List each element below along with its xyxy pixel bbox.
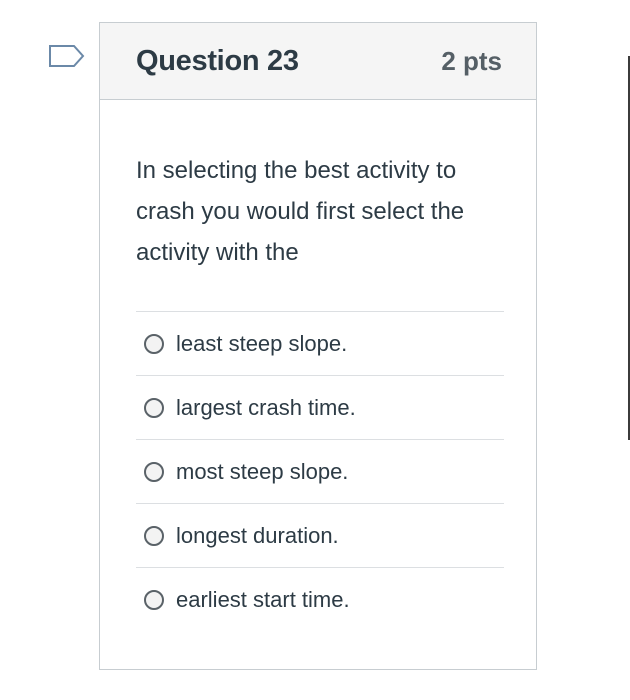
answer-label: longest duration. [176,522,339,548]
answer-label: most steep slope. [176,458,349,484]
question-title: Question 23 [136,44,299,77]
answer-list: least steep slope. largest crash time. m… [136,311,504,632]
radio-button[interactable] [144,590,164,610]
radio-button[interactable] [144,397,164,418]
answer-option-4[interactable]: longest duration. [136,504,504,568]
answer-label: largest crash time. [176,394,356,420]
question-text: In selecting the best activity to crash … [136,157,465,266]
answer-label: least steep slope. [176,330,348,356]
question-header: Question 23 2 pts [100,23,536,100]
answer-label: earliest start time. [176,587,350,612]
answer-option-3[interactable]: most steep slope. [136,440,504,504]
flag-question-icon[interactable] [48,44,86,76]
answer-option-1[interactable]: least steep slope. [136,312,504,376]
question-points: 2 pts [441,45,502,76]
radio-button[interactable] [144,461,164,482]
radio-button[interactable] [144,333,164,354]
radio-button[interactable] [144,525,164,546]
question-card: Question 23 2 pts In selecting the best … [99,22,537,670]
answer-option-5[interactable]: earliest start time. [136,568,504,632]
question-body: In selecting the best activity to crash … [100,100,536,632]
quiz-page: Question 23 2 pts In selecting the best … [0,0,630,700]
answer-option-2[interactable]: largest crash time. [136,376,504,440]
